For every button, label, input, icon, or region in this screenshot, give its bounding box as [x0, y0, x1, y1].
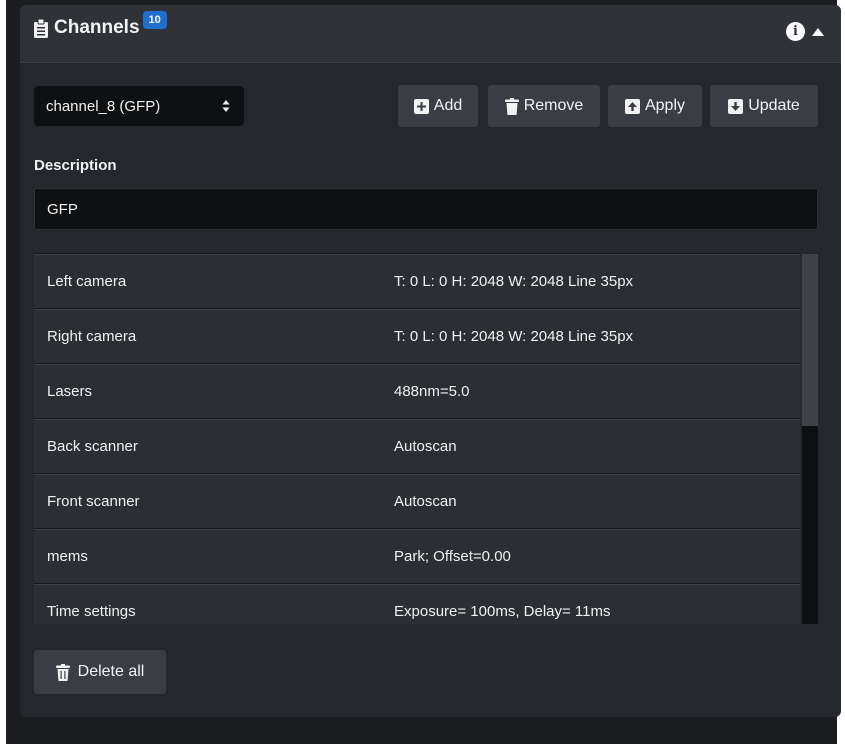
apply-button[interactable]: Apply	[608, 85, 702, 127]
update-button-label: Update	[748, 97, 800, 114]
table-row[interactable]: Time settings Exposure= 100ms, Delay= 11…	[34, 584, 800, 624]
table-row[interactable]: Front scanner Autoscan	[34, 474, 800, 529]
table-row[interactable]: Left camera T: 0 L: 0 H: 2048 W: 2048 Li…	[34, 254, 800, 309]
sort-icon	[222, 100, 230, 112]
row-value: T: 0 L: 0 H: 2048 W: 2048 Line 35px	[394, 273, 634, 290]
channels-panel: Channels 10 i channel_8 (GFP) Add Remove…	[20, 5, 841, 717]
channel-count-badge: 10	[142, 11, 167, 29]
update-button[interactable]: Update	[710, 85, 818, 127]
row-name: Back scanner	[47, 438, 138, 455]
table-row[interactable]: Right camera T: 0 L: 0 H: 2048 W: 2048 L…	[34, 309, 800, 364]
delete-all-label: Delete all	[77, 663, 145, 680]
row-value: T: 0 L: 0 H: 2048 W: 2048 Line 35px	[394, 328, 634, 345]
channel-toolbar: channel_8 (GFP) Add Remove Apply Update	[34, 83, 829, 127]
trash-icon	[504, 97, 519, 115]
channel-select-value: channel_8 (GFP)	[46, 97, 161, 115]
panel-title-text: Channels	[54, 17, 140, 38]
clipboard-icon	[34, 18, 48, 38]
trash-icon	[55, 663, 70, 681]
plus-square-icon	[413, 98, 429, 114]
table-row[interactable]: mems Park; Offset=0.00	[34, 529, 800, 584]
description-input[interactable]	[34, 188, 818, 230]
delete-all-button[interactable]: Delete all	[34, 650, 166, 694]
remove-button-label: Remove	[523, 97, 584, 114]
panel-title: Channels 10	[34, 11, 167, 39]
row-value: Park; Offset=0.00	[394, 548, 511, 565]
vertical-scrollbar[interactable]	[802, 254, 818, 624]
row-name: Time settings	[47, 603, 136, 620]
header-controls: i	[786, 22, 825, 41]
row-name: Front scanner	[47, 493, 140, 510]
scrollbar-thumb[interactable]	[802, 254, 818, 426]
remove-button[interactable]: Remove	[488, 85, 600, 127]
row-value: Autoscan	[394, 493, 457, 510]
panel-header[interactable]: Channels 10 i	[20, 5, 841, 63]
row-name: mems	[47, 548, 88, 565]
row-name: Right camera	[47, 328, 137, 345]
table-row[interactable]: Lasers 488nm=5.0	[34, 364, 800, 419]
caret-up-icon[interactable]	[811, 27, 825, 37]
download-square-icon	[728, 98, 744, 114]
row-value: 488nm=5.0	[394, 383, 470, 400]
add-button-label: Add	[433, 97, 463, 114]
description-label: Description	[34, 157, 117, 174]
add-button[interactable]: Add	[398, 85, 478, 127]
table-body: Left camera T: 0 L: 0 H: 2048 W: 2048 Li…	[34, 248, 800, 624]
row-value: Autoscan	[394, 438, 457, 455]
channel-settings-table[interactable]: Left camera T: 0 L: 0 H: 2048 W: 2048 Li…	[34, 248, 818, 624]
row-name: Left camera	[47, 273, 127, 290]
row-value: Exposure= 100ms, Delay= 11ms	[394, 603, 611, 620]
app-frame: Channels 10 i channel_8 (GFP) Add Remove…	[6, 0, 841, 744]
apply-button-label: Apply	[644, 97, 686, 114]
channel-select[interactable]: channel_8 (GFP)	[34, 86, 244, 126]
table-row[interactable]: Back scanner Autoscan	[34, 419, 800, 474]
info-icon[interactable]: i	[786, 22, 805, 41]
row-name: Lasers	[47, 383, 93, 400]
upload-square-icon	[624, 98, 640, 114]
